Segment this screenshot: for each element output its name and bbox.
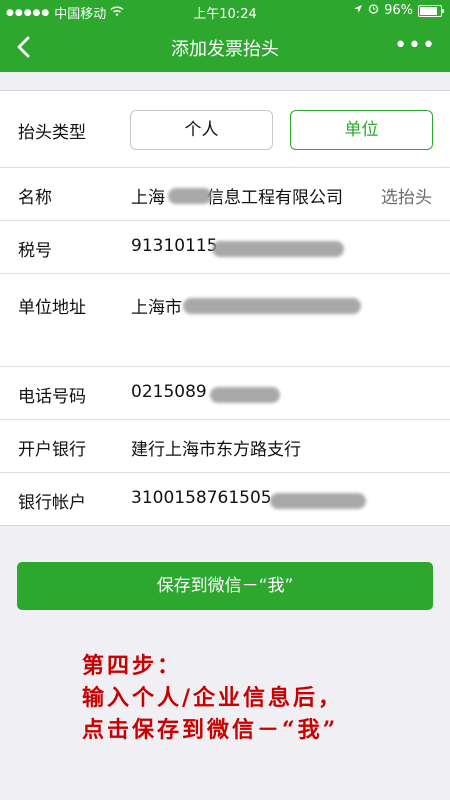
invoice-form: 抬头类型 个人 单位 名称 上海 信息工程有限公司 选抬头 税号 91310115… <box>0 90 450 526</box>
bank-row[interactable]: 开户银行 建行上海市东方路支行 <box>0 420 450 473</box>
name-row[interactable]: 名称 上海 信息工程有限公司 选抬头 <box>0 168 450 221</box>
status-right: 96% <box>353 3 444 18</box>
bank-label: 开户银行 <box>18 440 86 460</box>
bank-field[interactable]: 建行上海市东方路支行 <box>131 435 301 460</box>
pick-header-button[interactable]: 选抬头 <box>381 183 432 208</box>
step-annotation: 第四步： 输入个人/企业信息后， 点击保存到微信－“我” <box>82 650 343 746</box>
account-field[interactable]: 3100158761505 <box>131 488 272 508</box>
name-label: 名称 <box>18 188 52 208</box>
annotation-line-3: 点击保存到微信－“我” <box>82 717 339 743</box>
address-label: 单位地址 <box>18 298 86 318</box>
name-prefix: 上海 <box>131 188 165 208</box>
option-company[interactable]: 单位 <box>290 110 433 150</box>
more-button[interactable]: ••• <box>394 35 436 57</box>
redaction-blur <box>270 493 366 509</box>
battery-icon <box>418 4 444 17</box>
battery-percent: 96% <box>384 3 413 18</box>
save-to-wechat-button[interactable]: 保存到微信－“我” <box>17 562 433 610</box>
name-suffix: 信息工程有限公司 <box>207 188 343 208</box>
account-label: 银行帐户 <box>18 493 86 513</box>
alarm-icon <box>368 3 379 18</box>
phone-field[interactable]: 0215089 <box>131 382 207 402</box>
phone-label: 电话号码 <box>18 387 86 407</box>
annotation-line-2: 输入个人/企业信息后， <box>82 685 344 711</box>
header-type-row: 抬头类型 个人 单位 <box>0 91 450 168</box>
tax-id-row[interactable]: 税号 91310115 <box>0 221 450 274</box>
annotation-line-1: 第四步： <box>82 653 183 679</box>
phone-row[interactable]: 电话号码 0215089 <box>0 367 450 420</box>
tax-id-field[interactable]: 91310115 <box>131 236 218 256</box>
header-type-label: 抬头类型 <box>18 123 86 143</box>
page-title: 添加发票抬头 <box>171 39 279 60</box>
battery-fill <box>420 6 438 15</box>
account-row[interactable]: 银行帐户 3100158761505 <box>0 473 450 525</box>
status-bar: ●●●●● 中国移动 上午10:24 96% <box>0 0 450 22</box>
tax-id-label: 税号 <box>18 241 52 261</box>
option-personal[interactable]: 个人 <box>130 110 273 150</box>
nav-bar: 添加发票抬头 ••• <box>0 22 450 72</box>
location-icon <box>353 3 363 18</box>
redaction-blur <box>183 298 361 314</box>
name-field[interactable]: 上海 信息工程有限公司 <box>131 183 359 208</box>
address-row[interactable]: 单位地址 上海市 <box>0 274 450 367</box>
redaction-blur <box>210 387 280 403</box>
redaction-blur <box>168 188 212 204</box>
more-icon: ••• <box>394 33 436 58</box>
redaction-blur <box>212 241 344 257</box>
address-field[interactable]: 上海市 <box>131 293 182 318</box>
